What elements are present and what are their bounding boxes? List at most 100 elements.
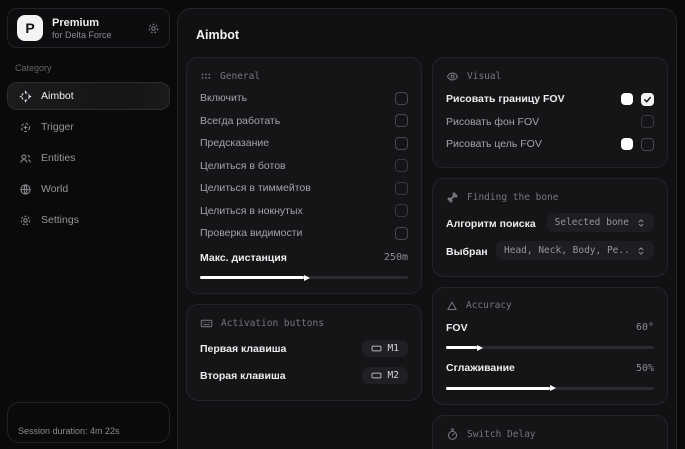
bone-algorithm-dropdown[interactable]: Selected bone [547,213,654,232]
general-panel-header: General [200,70,408,82]
panel-title: Finding the bone [467,192,559,203]
gear-icon [19,214,32,227]
toggle-label: Включить [200,92,247,104]
toggle-label: Целиться в тиммейтов [200,182,311,194]
page-title: Aimbot [196,28,668,42]
fov-border-color-swatch[interactable] [621,93,633,105]
gear-icon[interactable] [147,22,160,35]
main-content: Aimbot General [177,8,677,449]
toggle-row: Целиться в тиммейтов [200,177,408,200]
max-distance-slider[interactable] [200,276,408,279]
app-window: P Premium for Delta Force Category [0,0,685,449]
brand-subtitle: for Delta Force [52,30,112,40]
sidebar-item-label: Aimbot [41,90,74,102]
keybind-row: Первая клавиша M1 [200,335,408,362]
toggle-label: Всегда работать [200,115,280,127]
draw-fov-background-checkbox[interactable] [641,115,654,128]
visual-row: Рисовать границу FOV [446,88,654,111]
accuracy-panel-header: Accuracy [446,300,654,312]
fov-target-color-swatch[interactable] [621,138,633,150]
toggle-row: Включить [200,87,408,110]
smoothing-value: 50% [636,363,654,374]
max-distance-slider-block: Макс. дистанция 250m [200,247,408,280]
toggle-label: Целиться в ботов [200,160,286,172]
visibility-check-checkbox[interactable] [395,227,408,240]
toggle-row: Предсказание [200,132,408,155]
switch-delay-toggle-row: Задержка переключения [446,446,654,449]
crosshair-icon [19,90,32,103]
selected-bones-dropdown[interactable]: Head, Neck, Body, Pe.. [496,241,654,260]
bone-icon [446,191,459,204]
sidebar-nav: Aimbot Trigger [7,82,170,234]
panel-title: Visual [467,71,501,82]
visual-row: Рисовать цель FOV [446,133,654,156]
session-box: Session duration: 4m 22s [7,402,170,443]
panel-title: Switch Delay [467,429,536,440]
slider-label: Макс. дистанция [200,252,287,264]
triangle-icon [446,300,458,312]
smoothing-slider[interactable] [446,387,654,390]
enable-checkbox[interactable] [395,92,408,105]
brand-title: Premium [52,17,112,29]
draw-fov-border-checkbox[interactable] [641,93,654,106]
prediction-checkbox[interactable] [395,137,408,150]
sidebar: P Premium for Delta Force Category [0,0,177,449]
first-key-button[interactable]: M1 [362,340,408,357]
sidebar-item-label: Settings [41,214,79,226]
toggle-row: Всегда работать [200,110,408,133]
activation-buttons-panel: Activation buttons Первая клавиша M1 [186,304,422,401]
visual-row: Рисовать фон FOV [446,111,654,134]
selected-bones-label: Выбранные кости [446,246,488,258]
grid-icon [200,70,212,82]
switch-delay-panel: Switch Delay Задержка переключения Задер… [432,415,668,449]
visual-label: Рисовать цель FOV [446,138,542,150]
second-key-button[interactable]: M2 [362,367,408,384]
keybind-label: Первая клавиша [200,343,286,355]
sidebar-item-trigger[interactable]: Trigger [7,113,170,141]
category-label: Category [15,63,162,73]
stopwatch-icon [446,428,459,441]
smoothing-slider-block: Сглаживание 50% [446,357,654,390]
trigger-icon [19,121,32,134]
always-work-checkbox[interactable] [395,114,408,127]
fov-label: FOV [446,322,468,334]
sidebar-item-aimbot[interactable]: Aimbot [7,82,170,110]
activation-panel-header: Activation buttons [200,317,408,330]
keyboard-icon [200,317,213,330]
draw-fov-target-checkbox[interactable] [641,138,654,151]
sidebar-item-world[interactable]: World [7,175,170,203]
panel-title: Activation buttons [221,318,324,329]
bone-algorithm-label: Алгоритм поиска костей [446,218,539,230]
sidebar-item-label: Entities [41,152,75,164]
panel-title: General [220,71,260,82]
switch-delay-panel-header: Switch Delay [446,428,654,441]
toggle-label: Проверка видимости [200,227,302,239]
accuracy-panel: Accuracy FOV 60° Сглаживание [432,287,668,405]
sidebar-item-label: World [41,183,68,195]
finding-bone-panel: Finding the bone Алгоритм поиска костей … [432,178,668,277]
bone-panel-header: Finding the bone [446,191,654,204]
sidebar-item-entities[interactable]: Entities [7,144,170,172]
target-bots-checkbox[interactable] [395,159,408,172]
target-teammates-checkbox[interactable] [395,182,408,195]
eye-icon [446,70,459,83]
unfold-icon [636,218,646,228]
toggle-label: Предсказание [200,137,269,149]
session-duration: Session duration: 4m 22s [18,426,120,436]
visual-panel-header: Visual [446,70,654,83]
unfold-icon [636,246,646,256]
fov-slider[interactable] [446,346,654,349]
keyboard-icon [371,343,382,354]
sidebar-item-label: Trigger [41,121,74,133]
target-knocked-checkbox[interactable] [395,204,408,217]
fov-value: 60° [636,322,654,333]
general-panel: General Включить Всегда работать Предска… [186,57,422,294]
fov-slider-block: FOV 60° [446,317,654,350]
sidebar-item-settings[interactable]: Settings [7,206,170,234]
brand-card: P Premium for Delta Force [7,8,170,48]
visual-label: Рисовать границу FOV [446,93,565,105]
brand-logo: P [17,15,43,41]
panel-title: Accuracy [466,300,512,311]
keybind-row: Вторая клавиша M2 [200,362,408,389]
slider-value: 250m [384,252,408,263]
